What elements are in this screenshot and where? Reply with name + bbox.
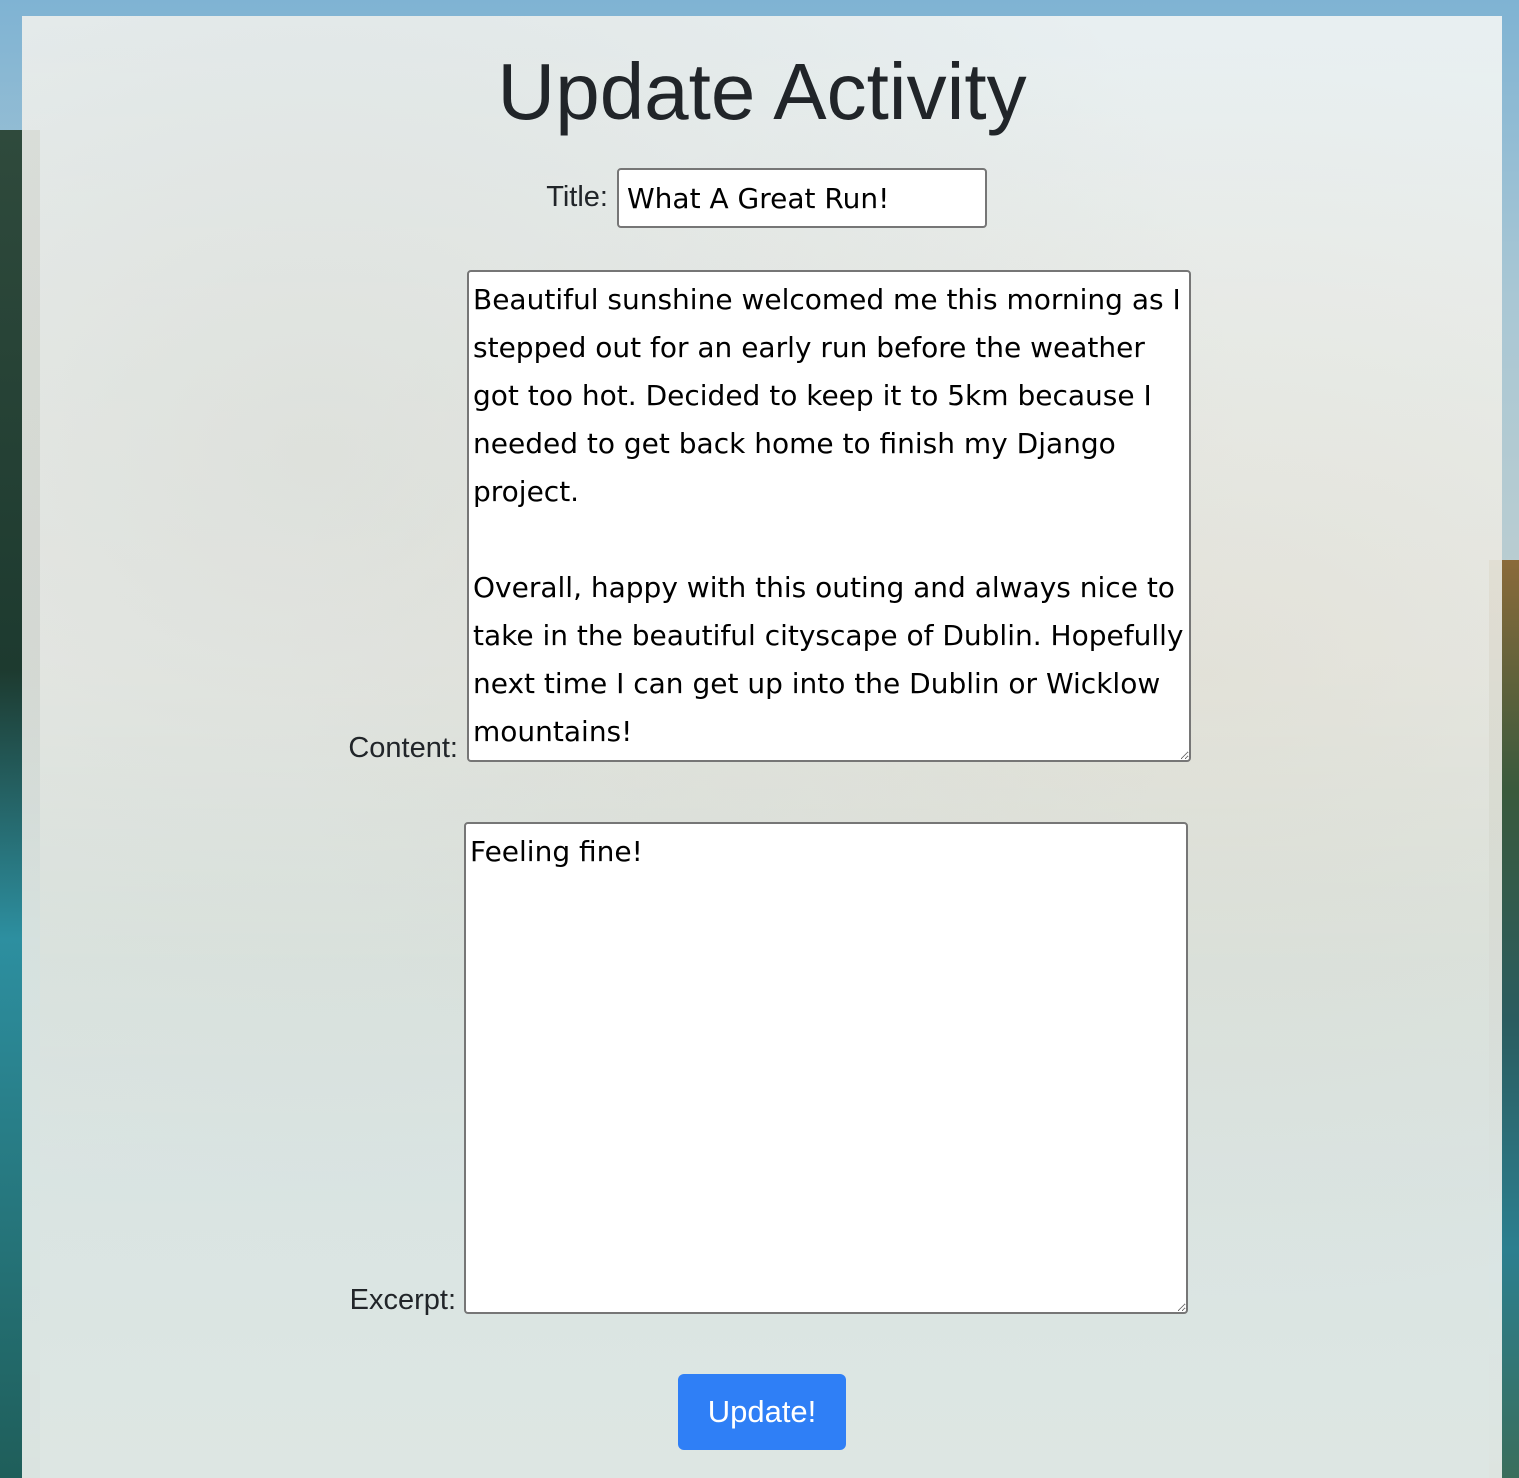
title-label: Title: (546, 181, 608, 213)
content-textarea[interactable]: Beautiful sunshine welcomed me this morn… (467, 270, 1191, 762)
excerpt-label: Excerpt: (349, 1284, 456, 1316)
update-button[interactable]: Update! (678, 1374, 846, 1450)
title-input[interactable] (617, 168, 987, 228)
form-panel: Update Activity Title: Content: Beautifu… (22, 16, 1502, 1478)
page-title: Update Activity (497, 47, 1027, 136)
excerpt-textarea[interactable]: Feeling fine! (464, 822, 1188, 1314)
content-label: Content: (348, 732, 458, 764)
